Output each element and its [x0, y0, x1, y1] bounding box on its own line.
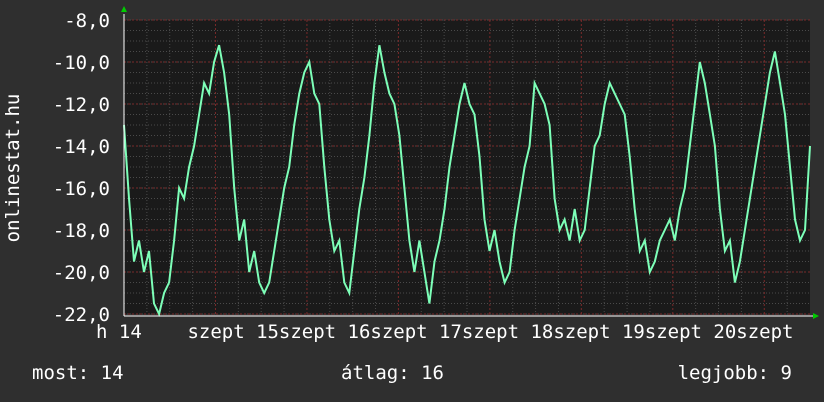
stat-best-value: 9: [780, 362, 792, 384]
y-axis-arrow: [121, 6, 127, 12]
x-tick-label: h 14: [96, 321, 142, 343]
stat-current-label: most:: [32, 362, 90, 384]
stat-average-label: átlag:: [341, 362, 410, 384]
y-tick-label: -16,0: [53, 178, 110, 200]
watermark-label: onlinestat.hu: [2, 94, 24, 243]
y-axis-tick-labels: -8,0-10,0-12,0-14,0-16,0-18,0-20,0-22,0: [53, 10, 110, 326]
x-axis-arrow: [813, 313, 819, 319]
y-tick-label: -12,0: [53, 94, 110, 116]
x-axis-tick-labels: h 14 szept 15 szept 16 szept 17 szept 18 szep…: [96, 321, 793, 343]
y-tick-label: -14,0: [53, 136, 110, 158]
y-tick-label: -8,0: [64, 10, 110, 32]
x-tick-label: szept 16: [279, 321, 371, 343]
y-tick-label: -20,0: [53, 262, 110, 284]
x-tick-label: szept 19: [553, 321, 645, 343]
stat-current: most: 14: [32, 362, 124, 384]
line-chart: -8,0-10,0-12,0-14,0-16,0-18,0-20,0-22,0 …: [2, 6, 819, 343]
stat-best: legjobb: 9: [678, 362, 792, 384]
x-tick-label: szept 20: [645, 321, 737, 343]
x-tick-label: szept 18: [462, 321, 554, 343]
y-tick-label: -10,0: [53, 52, 110, 74]
stat-current-value: 14: [100, 362, 124, 384]
x-tick-label: szept: [736, 321, 793, 343]
stat-best-label: legjobb:: [677, 362, 770, 384]
x-tick-label: szept 17: [370, 321, 462, 343]
stat-average-value: 16: [421, 362, 444, 384]
x-tick-label: szept 15: [187, 321, 279, 343]
y-tick-label: -18,0: [53, 220, 110, 242]
stat-average: átlag: 16: [341, 362, 444, 384]
